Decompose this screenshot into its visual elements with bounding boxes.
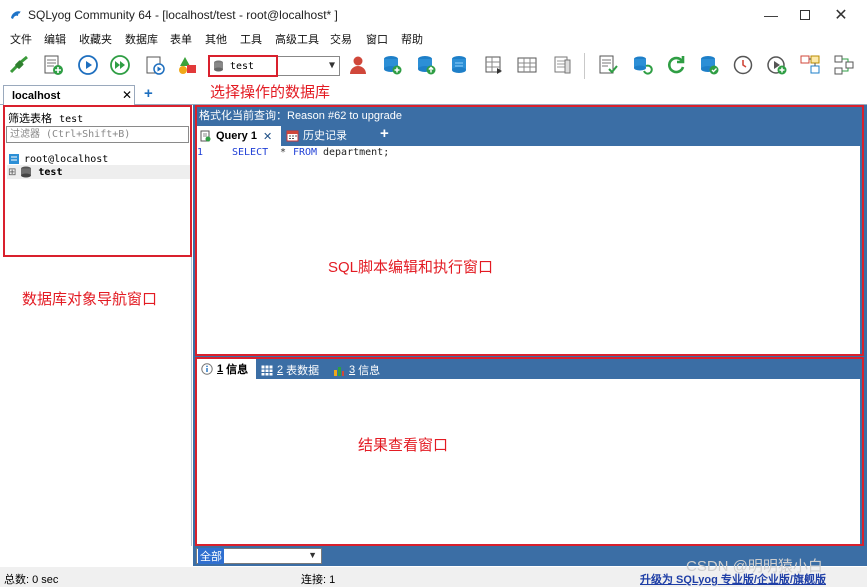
db-select-highlight-box [208,55,278,77]
annotation-db-select: 选择操作的数据库 [210,84,331,101]
menu-bar: 文件 编辑 收藏夹 数据库 表单 其他 工具 高级工具 交易 窗口 帮助 [0,30,867,46]
close-tab-icon[interactable]: ✕ [122,88,132,102]
result-filter-value: 全部 [198,548,224,564]
execute-edit-icon[interactable] [143,52,167,78]
status-connection: 连接: 1 [301,574,336,586]
execute-all-icon[interactable] [108,52,132,78]
sql-script-icon[interactable] [596,52,620,78]
clock-icon[interactable] [731,52,755,78]
menu-tools[interactable]: 工具 [240,31,262,47]
schema-designer-icon[interactable] [798,52,822,78]
menu-table[interactable]: 表单 [170,31,192,47]
refresh-icon[interactable] [664,52,688,78]
add-connection-tab-button[interactable]: + [144,85,153,102]
status-total: 总数: 0 sec [4,574,59,586]
result-filter-select[interactable]: 全部 ▼ [196,548,322,564]
data-sync-icon[interactable] [630,52,654,78]
editor-highlight-box [195,105,864,356]
toolbar: test ▼ [0,47,867,85]
execute-query-icon[interactable] [76,52,100,78]
query-builder-icon[interactable] [765,52,789,78]
new-query-editor-icon[interactable] [41,52,65,78]
annotation-navigator: 数据库对象导航窗口 [22,291,158,308]
chevron-down-icon[interactable]: ▼ [329,60,335,71]
table-diagnostics-icon[interactable] [550,52,574,78]
backup-database-icon[interactable] [414,52,438,78]
navigator-highlight-box [3,105,192,257]
new-connection-icon[interactable] [7,52,31,78]
maximize-icon[interactable] [792,4,818,26]
menu-file[interactable]: 文件 [10,31,32,47]
menu-database[interactable]: 数据库 [125,31,158,47]
minimize-icon[interactable]: — [758,4,784,26]
menu-favorites[interactable]: 收藏夹 [79,31,112,47]
shapes-icon[interactable] [176,52,200,78]
connection-tab-label: localhost [12,89,61,102]
menu-transaction[interactable]: 交易 [330,31,352,47]
annotation-results: 结果查看窗口 [358,437,449,454]
toolbar-divider [584,53,585,79]
schedule-backup-icon[interactable] [697,52,721,78]
close-window-icon[interactable]: ✕ [828,4,854,26]
menu-edit[interactable]: 编辑 [44,31,66,47]
connection-tab[interactable]: localhost ✕ [3,85,135,105]
chevron-down-icon[interactable]: ▼ [308,550,317,560]
menu-advanced-tools[interactable]: 高级工具 [275,31,319,47]
watermark: CSDN @明明猿小白 [686,558,823,575]
create-database-icon[interactable] [380,52,404,78]
import-database-icon[interactable] [447,52,471,78]
menu-window[interactable]: 窗口 [366,31,388,47]
results-highlight-box [195,357,864,546]
menu-other[interactable]: 其他 [205,31,227,47]
user-manager-icon[interactable] [346,52,370,78]
annotation-editor: SQL脚本编辑和执行窗口 [328,259,494,276]
visual-tools-icon[interactable] [832,52,856,78]
window-title: SQLyog Community 64 - [localhost/test - … [28,8,338,22]
table-data-icon[interactable] [515,52,539,78]
menu-help[interactable]: 帮助 [401,31,423,47]
schema-sync-icon[interactable] [482,52,506,78]
dolphin-app-icon [11,11,21,19]
